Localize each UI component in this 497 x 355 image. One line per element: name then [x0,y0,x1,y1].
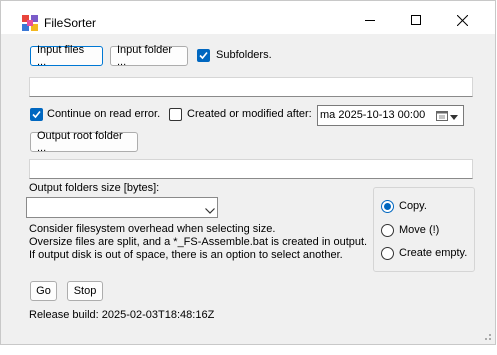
created-modified-checkbox[interactable] [169,108,182,121]
chevron-down-icon[interactable] [450,112,458,124]
app-logo-icon [22,15,38,31]
output-size-dropdown[interactable] [26,197,218,218]
copy-label: Copy. [399,200,427,212]
stop-button[interactable]: Stop [67,281,103,301]
window-title: FileSorter [44,16,97,30]
chevron-down-icon [205,205,215,217]
input-path-field[interactable] [29,77,473,97]
date-value: ma 2025-10-13 00:00 [320,109,426,121]
info-line-3: If output disk is out of space, there is… [29,249,343,261]
continue-on-error-checkbox[interactable] [30,108,43,121]
title-bar[interactable]: FileSorter [1,1,495,34]
close-icon [456,14,468,26]
subfolders-label: Subfolders. [216,49,272,61]
maximize-icon [411,15,421,25]
copy-radio[interactable] [381,200,394,213]
release-build-text: Release build: 2025-02-03T18:48:16Z [29,309,215,321]
output-path-field[interactable] [29,159,473,179]
create-empty-radio[interactable] [381,247,394,260]
subfolders-checkbox[interactable] [197,49,210,62]
created-modified-label: Created or modified after: [187,108,312,120]
input-folder-button[interactable]: Input folder ... [110,44,188,68]
info-line-1: Consider filesystem overhead when select… [29,223,276,235]
input-folder-label: Input folder ... [117,44,173,68]
move-radio[interactable] [381,224,394,237]
resize-grip-icon[interactable] [482,331,492,341]
output-root-folder-button[interactable]: Output root folder ... [30,130,138,154]
minimize-icon [365,20,375,21]
maximize-button[interactable] [393,6,439,34]
checkmark-icon [32,110,41,119]
stop-label: Stop [73,285,97,297]
calendar-icon[interactable] [436,110,448,124]
input-files-button[interactable]: Input files ... [30,44,103,68]
go-label: Go [36,285,51,297]
minimize-button[interactable] [347,6,393,34]
output-size-label: Output folders size [bytes]: [29,182,160,194]
continue-on-error-label: Continue on read error. [47,108,161,120]
create-empty-label: Create empty. [399,247,468,259]
move-label: Move (!) [399,224,440,236]
app-window: FileSorter Input files ... Input folder … [0,0,496,345]
output-root-folder-label: Output root folder ... [37,130,123,154]
close-button[interactable] [439,6,485,34]
go-button[interactable]: Go [30,281,57,301]
info-line-2: Oversize files are split, and a *_FS-Ass… [29,236,368,248]
checkmark-icon [199,51,208,60]
input-files-label: Input files ... [37,44,85,68]
date-picker[interactable]: ma 2025-10-13 00:00 [317,105,464,126]
